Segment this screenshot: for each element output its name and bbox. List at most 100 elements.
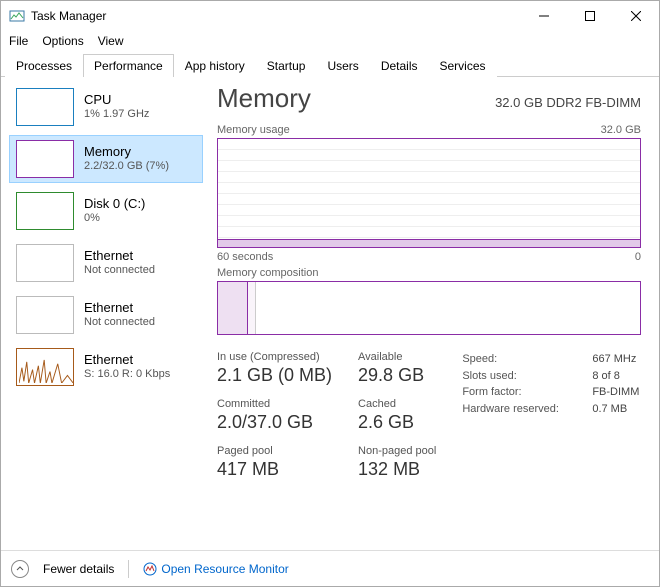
sidebar-item-ethernet-2[interactable]: Ethernet Not connected [9,291,203,339]
sidebar-item-title: Ethernet [84,300,155,316]
sidebar-item-title: Ethernet [84,352,170,368]
sidebar-item-memory[interactable]: Memory 2.2/32.0 GB (7%) [9,135,203,183]
menu-file[interactable]: File [9,34,28,48]
axis-left: 60 seconds [217,251,273,263]
panel-title: Memory [217,83,311,114]
panel-header: Memory 32.0 GB DDR2 FB-DIMM [217,83,641,114]
sidebar-item-subtitle: Not connected [84,264,155,278]
app-icon [9,8,25,24]
chevron-up-icon[interactable] [11,560,29,578]
detail-key: Speed: [462,351,572,368]
footer-bar: Fewer details Open Resource Monitor [1,550,659,586]
memory-panel: Memory 32.0 GB DDR2 FB-DIMM Memory usage… [211,77,659,550]
memory-composition-chart[interactable] [217,281,641,335]
stat-value: 2.0/37.0 GB [217,412,332,433]
stat-label: Non-paged pool [358,445,436,457]
tab-services[interactable]: Services [429,54,497,77]
stat-value: 132 MB [358,459,436,480]
stat-label: Committed [217,398,332,410]
sidebar-item-text: Ethernet Not connected [84,300,155,330]
stat-nonpaged-pool: Non-paged pool 132 MB [358,445,436,480]
stat-label: Paged pool [217,445,332,457]
window-title: Task Manager [31,9,106,23]
sidebar-item-cpu[interactable]: CPU 1% 1.97 GHz [9,83,203,131]
sidebar-item-subtitle: 2.2/32.0 GB (7%) [84,160,169,174]
memory-usage-chart[interactable] [217,138,641,248]
performance-body: CPU 1% 1.97 GHz Memory 2.2/32.0 GB (7%) … [1,77,659,550]
detail-value: 8 of 8 [592,368,620,385]
usage-label: Memory usage [217,124,290,136]
sidebar-item-text: CPU 1% 1.97 GHz [84,92,149,122]
fewer-details-button[interactable]: Fewer details [43,562,114,576]
tab-processes[interactable]: Processes [5,54,83,77]
tab-users[interactable]: Users [316,54,369,77]
sidebar-item-text: Ethernet S: 16.0 R: 0 Kbps [84,352,170,382]
sidebar-item-title: Disk 0 (C:) [84,196,145,212]
stat-committed: Committed 2.0/37.0 GB [217,398,332,433]
table-row: Speed: 667 MHz [462,351,639,368]
stat-in-use: In use (Compressed) 2.1 GB (0 MB) [217,351,332,386]
sidebar-item-ethernet-3[interactable]: Ethernet S: 16.0 R: 0 Kbps [9,343,203,391]
detail-value: 0.7 MB [592,401,627,418]
minimize-button[interactable] [521,1,567,31]
detail-value: FB-DIMM [592,384,639,401]
memory-details-table: Speed: 667 MHz Slots used: 8 of 8 Form fac… [462,351,639,480]
maximize-button[interactable] [567,1,613,31]
tab-performance[interactable]: Performance [83,54,174,77]
sidebar-item-title: Memory [84,144,169,160]
stat-label: Cached [358,398,436,410]
composition-used-segment [218,282,248,334]
table-row: Form factor: FB-DIMM [462,384,639,401]
usage-chart-axis: 60 seconds 0 [217,251,641,263]
resource-monitor-icon [143,562,157,576]
memory-usage-fill [218,239,640,247]
stat-cached: Cached 2.6 GB [358,398,436,433]
detail-key: Slots used: [462,368,572,385]
sidebar-item-subtitle: 1% 1.97 GHz [84,108,149,122]
ethernet-thumbnail-icon [16,244,74,282]
detail-key: Form factor: [462,384,572,401]
table-row: Hardware reserved: 0.7 MB [462,401,639,418]
close-button[interactable] [613,1,659,31]
tab-strip: Processes Performance App history Startu… [1,51,659,77]
stat-available: Available 29.8 GB [358,351,436,386]
ethernet-thumbnail-icon [16,296,74,334]
sidebar-item-subtitle: S: 16.0 R: 0 Kbps [84,368,170,382]
open-resource-monitor-label: Open Resource Monitor [161,562,288,576]
sidebar-item-title: Ethernet [84,248,155,264]
stat-value: 2.1 GB (0 MB) [217,365,332,386]
ethernet-thumbnail-icon [16,348,74,386]
menu-view[interactable]: View [98,34,124,48]
table-row: Slots used: 8 of 8 [462,368,639,385]
memory-thumbnail-icon [16,140,74,178]
sidebar-item-text: Memory 2.2/32.0 GB (7%) [84,144,169,174]
composition-header: Memory composition [217,267,641,279]
stat-value: 29.8 GB [358,365,436,386]
cpu-thumbnail-icon [16,88,74,126]
memory-stats: In use (Compressed) 2.1 GB (0 MB) Commit… [217,351,641,480]
sidebar-item-ethernet-1[interactable]: Ethernet Not connected [9,239,203,287]
composition-label: Memory composition [217,267,318,279]
tab-details[interactable]: Details [370,54,429,77]
menu-bar: File Options View [1,31,659,51]
perf-sidebar: CPU 1% 1.97 GHz Memory 2.2/32.0 GB (7%) … [1,77,211,550]
detail-key: Hardware reserved: [462,401,572,418]
sidebar-item-text: Disk 0 (C:) 0% [84,196,145,226]
tab-app-history[interactable]: App history [174,54,256,77]
usage-scale-max: 32.0 GB [601,124,641,136]
window-controls [521,1,659,31]
composition-compressed-segment [248,282,256,334]
tab-startup[interactable]: Startup [256,54,317,77]
panel-spec: 32.0 GB DDR2 FB-DIMM [495,95,641,110]
stat-label: In use (Compressed) [217,351,332,363]
title-bar[interactable]: Task Manager [1,1,659,31]
stat-column-2: Available 29.8 GB Cached 2.6 GB Non-page… [358,351,436,480]
sidebar-item-disk0[interactable]: Disk 0 (C:) 0% [9,187,203,235]
stat-value: 2.6 GB [358,412,436,433]
open-resource-monitor-link[interactable]: Open Resource Monitor [143,562,288,576]
detail-value: 667 MHz [592,351,636,368]
menu-options[interactable]: Options [42,34,83,48]
stat-label: Available [358,351,436,363]
sidebar-item-title: CPU [84,92,149,108]
stat-column-1: In use (Compressed) 2.1 GB (0 MB) Commit… [217,351,332,480]
